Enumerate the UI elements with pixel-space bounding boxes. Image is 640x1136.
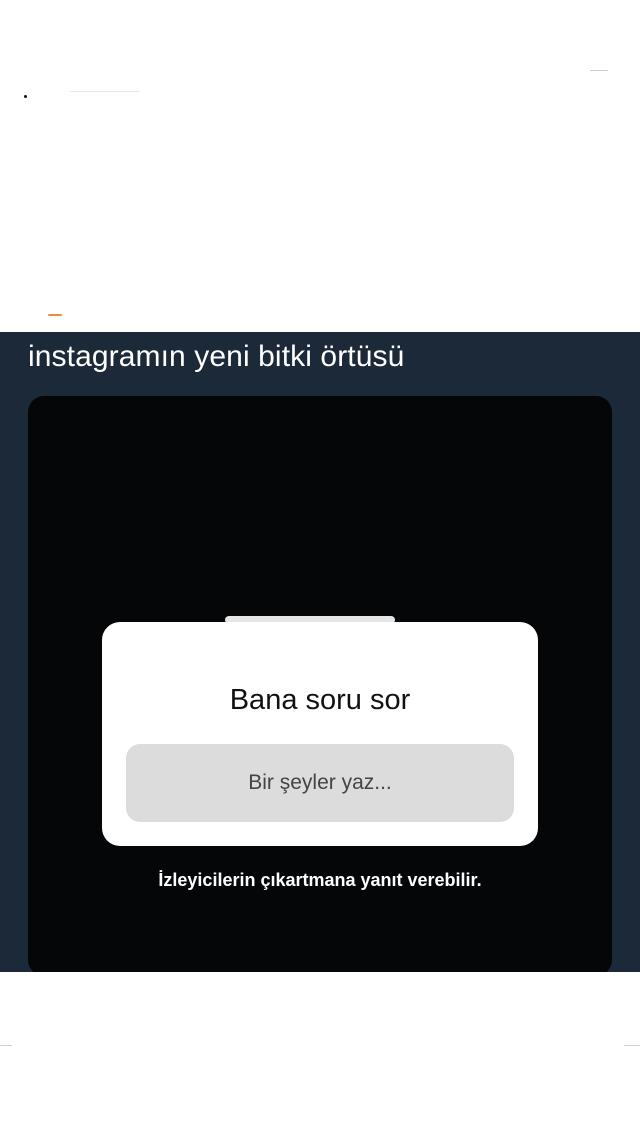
bottom-mark-right [624,1045,640,1046]
corner-mark [590,70,608,71]
faint-line [70,91,140,92]
bottom-mark-left [0,1045,12,1046]
sticker-hint: İzleyicilerin çıkartmana yanıt verebilir… [158,870,482,890]
orange-mark [48,314,62,316]
question-input[interactable]: Bir şeyler yaz... [126,744,514,822]
top-blank-area [0,0,640,332]
bottom-blank-area [0,972,640,1136]
question-input-placeholder: Bir şeyler yaz... [248,771,392,794]
tweet-text: instagramın yeni bitki örtüsü [28,340,405,373]
dot-mark [24,95,27,98]
sticker-title: Bana soru sor [229,684,411,716]
